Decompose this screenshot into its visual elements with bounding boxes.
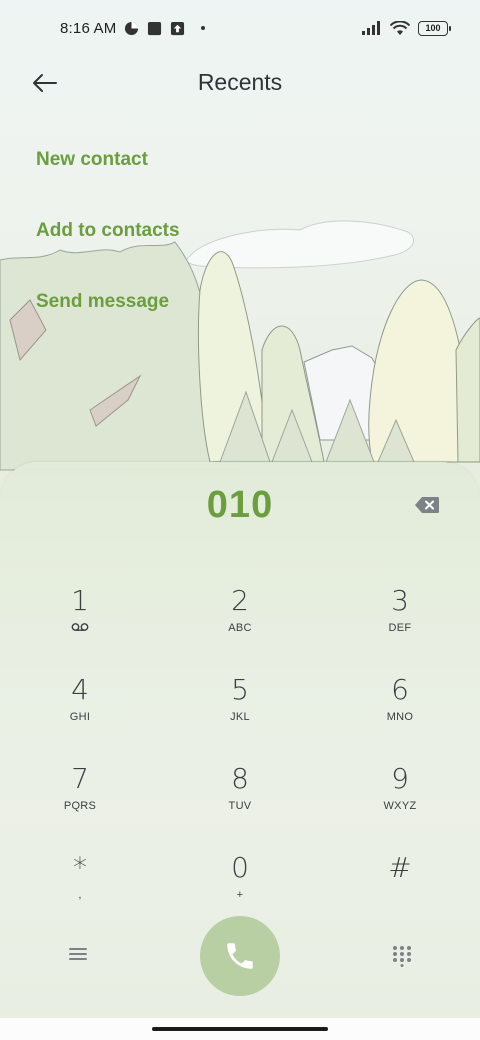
action-list: New contact Add to contacts Send message (36, 140, 180, 353)
key-letters: , (78, 889, 82, 901)
navigation-bar (0, 1018, 480, 1040)
key-digit: 4 (71, 673, 89, 706)
add-to-contacts-link[interactable]: Add to contacts (36, 211, 180, 282)
key-digit: 7 (71, 762, 89, 795)
status-time: 8:16 AM (60, 19, 117, 37)
key-digit: * (73, 851, 87, 884)
menu-icon[interactable] (68, 944, 88, 964)
new-contact-link[interactable]: New contact (36, 140, 180, 211)
key-4[interactable]: 4 GHI (0, 669, 160, 758)
status-left: 8:16 AM (60, 19, 206, 37)
phone-icon (227, 943, 253, 969)
dialer-panel: 010 1 2 ABC 3 DEF 4 GHI 5 JKL 6 MNO 7 PQ… (0, 462, 480, 1040)
status-bar: 8:16 AM 100 (0, 0, 480, 56)
key-letters: TUV (228, 800, 252, 812)
key-digit: 9 (391, 762, 409, 795)
key-digit: 8 (231, 762, 249, 795)
key-letters: MNO (386, 711, 414, 723)
key-letters: GHI (69, 711, 91, 723)
key-1[interactable]: 1 (0, 580, 160, 669)
key-digit: 0 (231, 851, 249, 884)
battery-indicator: 100 (418, 20, 451, 36)
home-indicator[interactable] (152, 1027, 328, 1031)
arrow-left-icon (33, 74, 57, 92)
vpn-status-icon (125, 21, 139, 35)
key-3[interactable]: 3 DEF (320, 580, 480, 669)
key-6[interactable]: 6 MNO (320, 669, 480, 758)
key-letters: JKL (230, 711, 250, 723)
key-2[interactable]: 2 ABC (160, 580, 320, 669)
more-notifications-dot (201, 26, 206, 30)
call-button[interactable] (200, 916, 280, 996)
key-9[interactable]: 9 WXYZ (320, 758, 480, 847)
key-7[interactable]: 7 PQRS (0, 758, 160, 847)
key-letters: ABC (228, 622, 252, 634)
app-notification-icon (148, 21, 162, 35)
battery-level: 100 (425, 23, 441, 33)
send-message-link[interactable]: Send message (36, 282, 180, 353)
voicemail-icon (71, 623, 89, 631)
keypad-grid-icon[interactable] (392, 945, 412, 967)
backspace-icon[interactable] (414, 496, 440, 514)
header: Recents (0, 56, 480, 108)
wifi-icon (390, 20, 410, 35)
key-letters: WXYZ (383, 800, 417, 812)
key-letters: DEF (388, 622, 412, 634)
dialed-number: 010 (206, 484, 274, 526)
key-8[interactable]: 8 TUV (160, 758, 320, 847)
key-digit: # (388, 851, 412, 884)
key-letters: + (236, 889, 244, 901)
key-digit: 3 (391, 584, 409, 617)
status-right: 100 (362, 20, 451, 36)
keypad: 1 2 ABC 3 DEF 4 GHI 5 JKL 6 MNO 7 PQRS 8 (0, 580, 480, 936)
upload-notification-icon (171, 21, 185, 35)
dialer-actions (0, 914, 480, 996)
key-digit: 2 (231, 584, 249, 617)
key-letters: PQRS (63, 800, 97, 812)
key-5[interactable]: 5 JKL (160, 669, 320, 758)
key-digit: 1 (71, 584, 89, 617)
signal-icon (362, 21, 380, 35)
back-button[interactable] (28, 66, 62, 100)
page-title: Recents (197, 68, 283, 95)
key-digit: 6 (391, 673, 409, 706)
key-digit: 5 (231, 673, 249, 706)
